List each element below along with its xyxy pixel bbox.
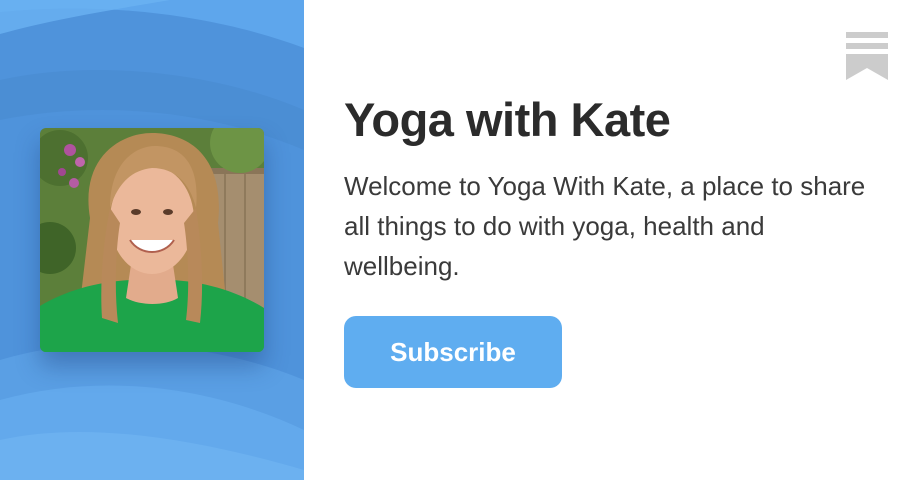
profile-photo bbox=[40, 128, 264, 352]
publication-card: Yoga with Kate Welcome to Yoga With Kate… bbox=[0, 0, 920, 480]
cover-panel bbox=[0, 0, 304, 480]
subscribe-button[interactable]: Subscribe bbox=[344, 316, 562, 388]
avatar bbox=[40, 128, 264, 352]
publication-title: Yoga with Kate bbox=[344, 93, 671, 146]
publication-description: Welcome to Yoga With Kate, a place to sh… bbox=[344, 171, 866, 281]
bookmark-icon-glyph bbox=[846, 32, 888, 80]
bookmark-icon[interactable] bbox=[846, 32, 888, 80]
